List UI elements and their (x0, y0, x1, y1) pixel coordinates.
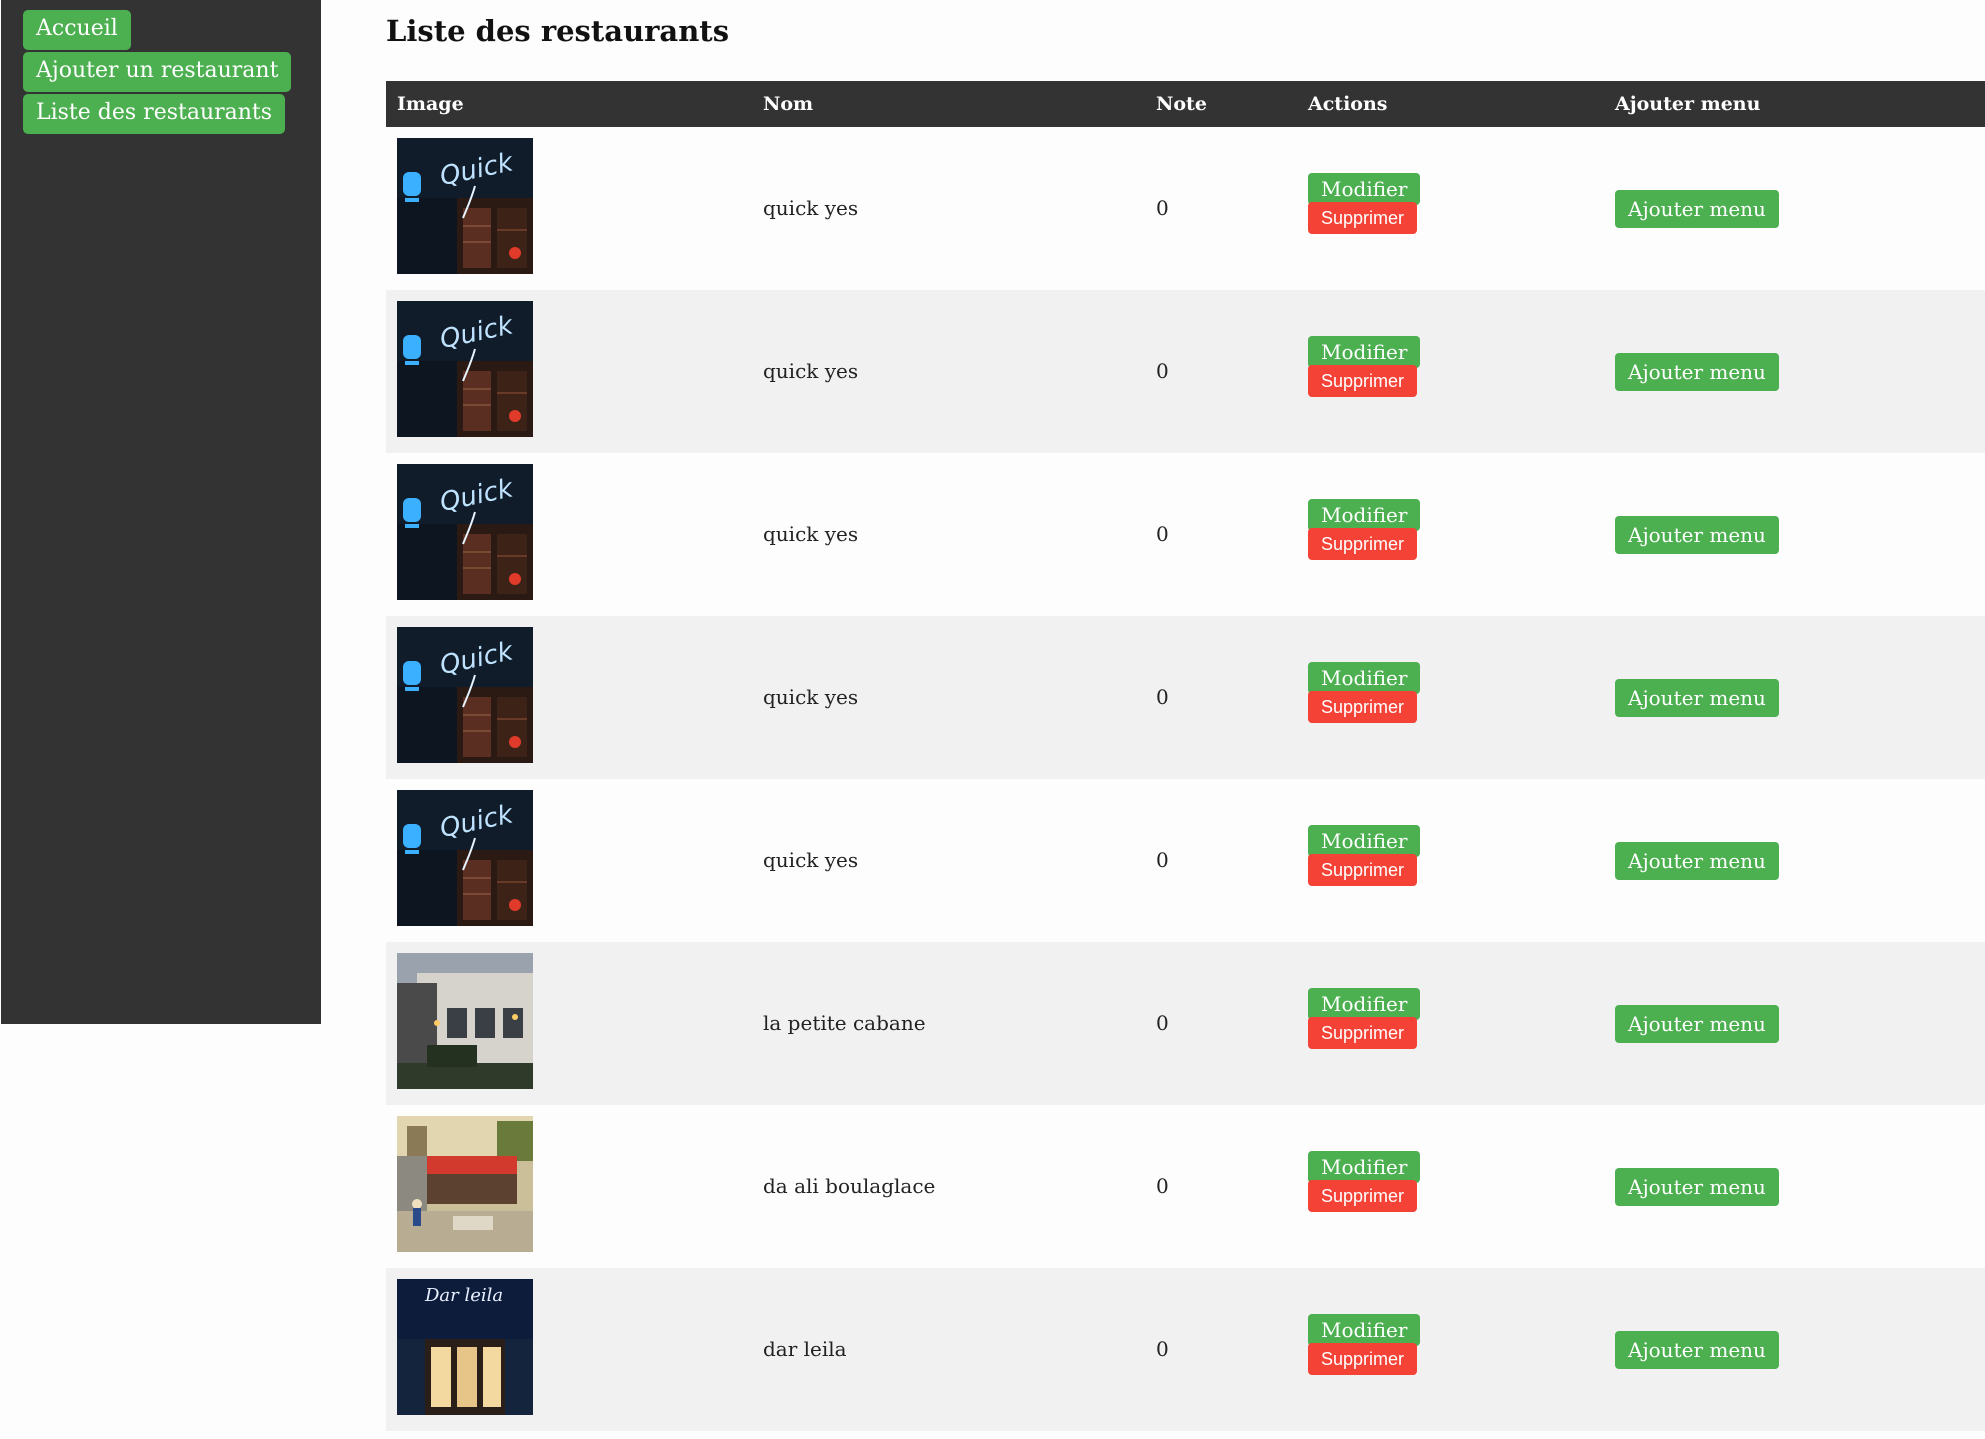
restaurant-name: la petite cabane (763, 1011, 926, 1035)
restaurant-note: 0 (1156, 1337, 1169, 1361)
modifier-button[interactable]: Modifier (1308, 662, 1421, 694)
column-header-ajouter-menu: Ajouter menu (1615, 93, 1761, 115)
modifier-button[interactable]: Modifier (1308, 1314, 1421, 1346)
supprimer-button[interactable]: Supprimer (1308, 691, 1418, 723)
restaurant-note: 0 (1156, 1011, 1169, 1035)
quick-restaurant-photo (397, 138, 533, 274)
table-row: dar leila 0 Modifier Supprimer Ajouter menu (386, 1268, 1985, 1431)
nav-liste-restaurants-button[interactable]: Liste des restaurants (23, 94, 286, 134)
restaurant-note: 0 (1156, 848, 1169, 872)
modifier-button[interactable]: Modifier (1308, 499, 1421, 531)
modifier-button[interactable]: Modifier (1308, 173, 1421, 205)
table-row: quick yes 0 Modifier Supprimer Ajouter menu (386, 616, 1985, 779)
restaurant-name: quick yes (763, 359, 859, 383)
column-header-note: Note (1156, 93, 1207, 115)
quick-restaurant-photo (397, 627, 533, 763)
table-body: quick yes 0 Modifier Supprimer Ajouter menu q… (386, 127, 1985, 1431)
supprimer-button[interactable]: Supprimer (1308, 1343, 1418, 1375)
sidebar: Accueil Ajouter un restaurant Liste des … (1, 0, 321, 1024)
modifier-button[interactable]: Modifier (1308, 988, 1421, 1020)
restaurant-name: da ali boulaglace (763, 1174, 936, 1198)
quick-restaurant-photo (397, 790, 533, 926)
street-restaurant-photo (397, 1116, 533, 1252)
restaurants-table: Image Nom Note Actions Ajouter menu quic… (386, 81, 1985, 1431)
column-header-image: Image (397, 93, 464, 115)
restaurant-name: quick yes (763, 522, 859, 546)
ajouter-menu-button[interactable]: Ajouter menu (1615, 1168, 1779, 1206)
column-header-nom: Nom (763, 93, 814, 115)
page-title: Liste des restaurants (386, 14, 730, 48)
restaurant-name: quick yes (763, 848, 859, 872)
column-header-actions: Actions (1308, 93, 1388, 115)
quick-restaurant-photo (397, 301, 533, 437)
nav-accueil-button[interactable]: Accueil (23, 10, 131, 50)
restaurant-name: quick yes (763, 196, 859, 220)
quick-restaurant-photo (397, 464, 533, 600)
restaurant-name: quick yes (763, 685, 859, 709)
ajouter-menu-button[interactable]: Ajouter menu (1615, 190, 1779, 228)
ajouter-menu-button[interactable]: Ajouter menu (1615, 1331, 1779, 1369)
restaurant-note: 0 (1156, 1174, 1169, 1198)
supprimer-button[interactable]: Supprimer (1308, 1180, 1418, 1212)
table-row: quick yes 0 Modifier Supprimer Ajouter menu (386, 453, 1985, 616)
supprimer-button[interactable]: Supprimer (1308, 202, 1418, 234)
table-row: quick yes 0 Modifier Supprimer Ajouter menu (386, 290, 1985, 453)
restaurant-note: 0 (1156, 196, 1169, 220)
restaurant-note: 0 (1156, 685, 1169, 709)
table-row: da ali boulaglace 0 Modifier Supprimer Ajout… (386, 1105, 1985, 1268)
table-row: la petite cabane 0 Modifier Supprimer Ajoute… (386, 942, 1985, 1105)
supprimer-button[interactable]: Supprimer (1308, 365, 1418, 397)
table-row: quick yes 0 Modifier Supprimer Ajouter menu (386, 127, 1985, 290)
supprimer-button[interactable]: Supprimer (1308, 1017, 1418, 1049)
ajouter-menu-button[interactable]: Ajouter menu (1615, 516, 1779, 554)
restaurant-note: 0 (1156, 359, 1169, 383)
ajouter-menu-button[interactable]: Ajouter menu (1615, 353, 1779, 391)
supprimer-button[interactable]: Supprimer (1308, 528, 1418, 560)
modifier-button[interactable]: Modifier (1308, 1151, 1421, 1183)
supprimer-button[interactable]: Supprimer (1308, 854, 1418, 886)
restaurant-name: dar leila (763, 1337, 847, 1361)
modifier-button[interactable]: Modifier (1308, 336, 1421, 368)
table-row: quick yes 0 Modifier Supprimer Ajouter menu (386, 779, 1985, 942)
nav-ajouter-restaurant-button[interactable]: Ajouter un restaurant (23, 52, 292, 92)
dar-leila-photo (397, 1279, 533, 1415)
ajouter-menu-button[interactable]: Ajouter menu (1615, 1005, 1779, 1043)
petite-cabane-photo (397, 953, 533, 1089)
table-header: Image Nom Note Actions Ajouter menu (386, 81, 1985, 127)
ajouter-menu-button[interactable]: Ajouter menu (1615, 842, 1779, 880)
modifier-button[interactable]: Modifier (1308, 825, 1421, 857)
restaurant-note: 0 (1156, 522, 1169, 546)
ajouter-menu-button[interactable]: Ajouter menu (1615, 679, 1779, 717)
